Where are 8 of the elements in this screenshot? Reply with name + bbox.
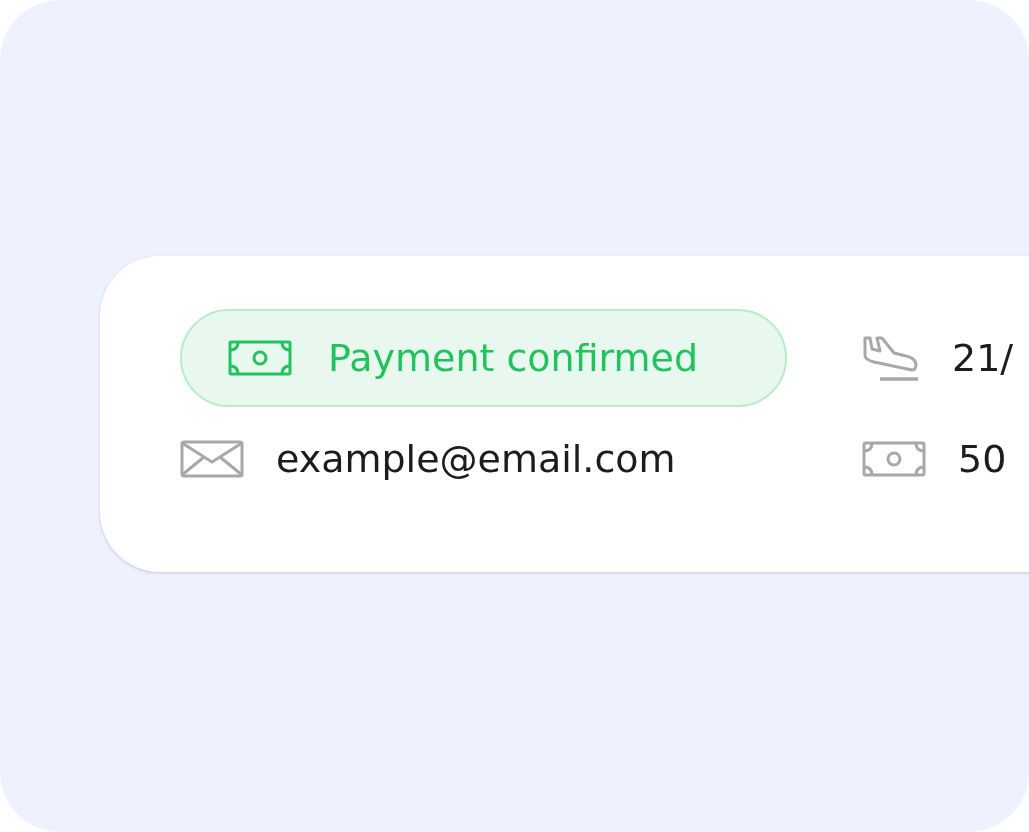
banknote-icon bbox=[228, 340, 292, 376]
banknote-icon bbox=[862, 441, 926, 477]
status-label: Payment confirmed bbox=[328, 336, 699, 380]
plane-landing-icon bbox=[862, 334, 920, 382]
detail-text: example@email.com bbox=[276, 437, 676, 481]
envelope-icon bbox=[180, 440, 244, 478]
detail-text: 50 bbox=[958, 437, 1007, 481]
detail-text: 21/ bbox=[952, 336, 1014, 380]
